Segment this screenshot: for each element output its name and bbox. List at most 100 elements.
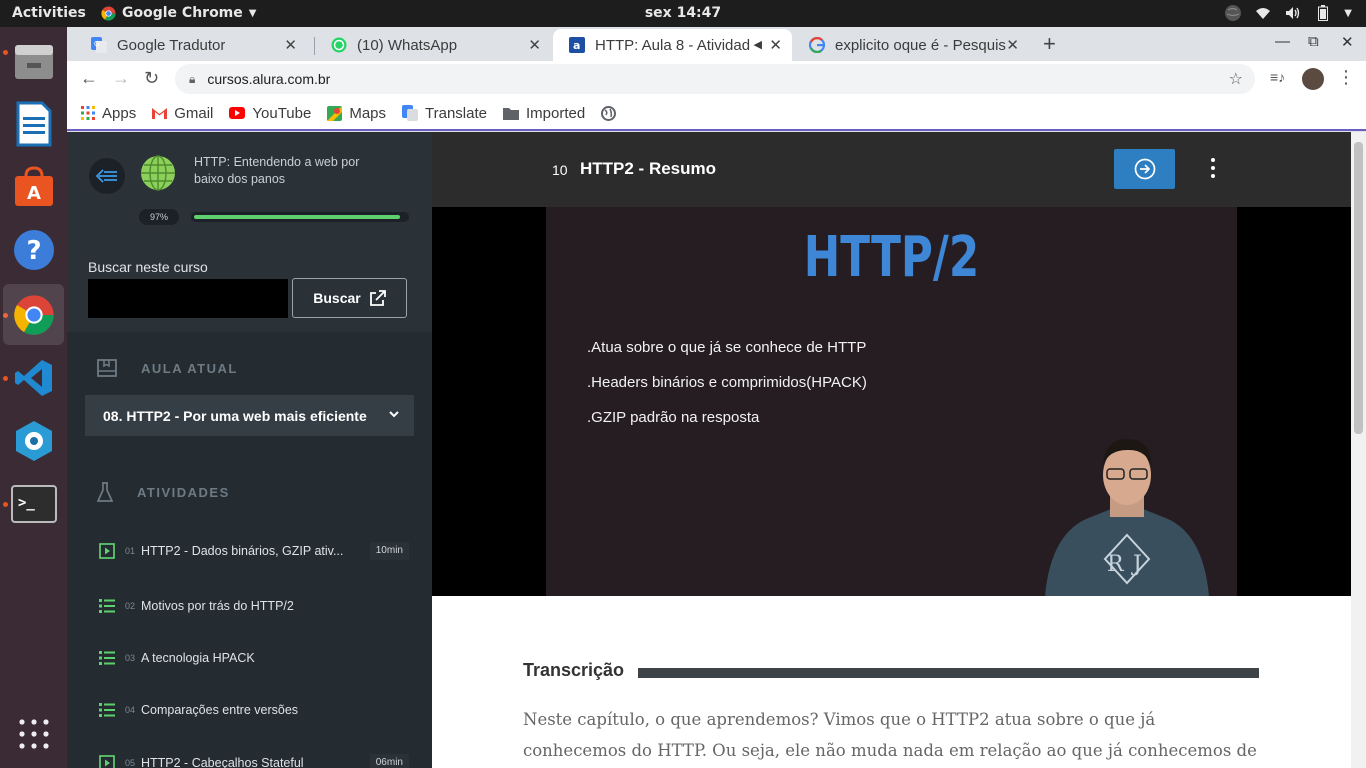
bookmark-label: Imported — [526, 104, 586, 122]
slide-bullet: .Headers binários e comprimidos(HPACK) — [587, 374, 867, 391]
maximize-button[interactable]: ⧉ — [1308, 33, 1319, 50]
close-icon[interactable]: ✕ — [528, 36, 541, 54]
close-icon[interactable]: ✕ — [1006, 36, 1019, 54]
tab-whatsapp[interactable]: (10) WhatsApp ✕ — [315, 29, 551, 61]
bookmark-translate[interactable]: Translate — [402, 105, 487, 122]
vpn-icon — [15, 420, 52, 461]
activity-item[interactable]: 03 A tecnologia HPACK — [99, 646, 409, 670]
activity-title: HTTP2 - Dados binários, GZIP ativ... — [141, 544, 344, 558]
dock-chrome[interactable] — [3, 284, 64, 345]
back-button[interactable]: ← — [80, 68, 98, 89]
current-lesson-header: AULA ATUAL — [97, 359, 238, 377]
activity-item[interactable]: 02 Motivos por trás do HTTP/2 — [99, 594, 409, 618]
activity-title: HTTP2 - Cabeçalhos Stateful — [141, 756, 304, 768]
app-grid-icon — [18, 718, 49, 749]
apps-grid-icon — [81, 106, 95, 120]
svg-text:>_: >_ — [18, 495, 35, 511]
menu-icon[interactable]: ⋮ — [1337, 67, 1355, 88]
video-icon — [99, 543, 115, 559]
course-search-input[interactable] — [88, 279, 288, 318]
course-title[interactable]: HTTP: Entendendo a web por baixo dos pan… — [194, 154, 374, 188]
progress-percent: 97% — [139, 209, 179, 225]
search-button[interactable]: Buscar — [292, 278, 407, 318]
arrow-right-circle-icon — [1134, 158, 1155, 180]
app-menu[interactable]: Google Chrome ▼ — [101, 5, 256, 21]
flask-icon — [97, 482, 113, 502]
star-icon[interactable]: ☆ — [1229, 69, 1243, 89]
system-tray[interactable]: ▼ — [1224, 4, 1352, 22]
bookmark-label: Gmail — [174, 104, 214, 122]
chevron-down-icon[interactable]: ▼ — [1344, 8, 1352, 19]
whatsapp-icon — [331, 37, 347, 53]
close-icon[interactable]: ✕ — [284, 36, 297, 54]
activity-duration: 06min — [369, 754, 409, 768]
list-icon — [99, 703, 115, 717]
lesson-title: HTTP2 - Resumo — [580, 159, 717, 178]
activity-number: 04 — [125, 705, 136, 715]
activity-item[interactable]: 04 Comparações entre versões — [99, 698, 409, 722]
bookmark-gmail[interactable]: Gmail — [152, 105, 213, 122]
tab-title: explicito oque é - Pesquis — [835, 36, 1006, 54]
bookmark-youtube[interactable]: YouTube — [229, 105, 311, 122]
dock-writer[interactable] — [3, 93, 64, 154]
web-page: HTTP: Entendendo a web por baixo dos pan… — [67, 132, 1351, 768]
reload-button[interactable]: ↻ — [144, 68, 159, 89]
activity-item[interactable]: 05 HTTP2 - Cabeçalhos Stateful 06min — [99, 751, 409, 768]
page-scrollbar[interactable] — [1351, 132, 1366, 768]
chevron-down-icon — [389, 411, 399, 418]
video-frame: HTTP/2 .Atua sobre o que já se conhece d… — [546, 207, 1237, 596]
dock-show-apps[interactable] — [3, 703, 64, 764]
activity-title: Motivos por trás do HTTP/2 — [141, 599, 294, 613]
chrome-icon — [13, 294, 54, 335]
tab-google-tradutor[interactable]: G Google Tradutor ✕ — [75, 29, 307, 61]
avatar[interactable] — [1302, 68, 1324, 90]
more-options-button[interactable] — [1206, 158, 1220, 182]
speaker-icon[interactable]: ◀︎ — [754, 38, 762, 51]
browser-window: G Google Tradutor ✕ (10) WhatsApp ✕ a HT… — [67, 27, 1366, 768]
minimize-button[interactable]: — — [1275, 33, 1290, 50]
dock-help[interactable]: ? — [3, 219, 64, 280]
slide-bullet: .GZIP padrão na resposta — [587, 409, 760, 426]
video-player[interactable]: HTTP/2 .Atua sobre o que já se conhece d… — [432, 207, 1351, 596]
activities-button[interactable]: Activities — [12, 5, 86, 21]
lock-icon[interactable]: 🔒︎ — [189, 72, 195, 87]
gmail-icon — [152, 108, 168, 119]
battery-icon[interactable] — [1314, 4, 1332, 22]
wifi-icon[interactable] — [1254, 4, 1272, 22]
close-icon[interactable]: ✕ — [769, 36, 782, 54]
collapse-sidebar-button[interactable] — [89, 158, 125, 194]
globe-icon[interactable] — [1224, 4, 1242, 22]
activity-number: 01 — [125, 546, 136, 556]
dock-software[interactable]: A — [3, 156, 64, 217]
maps-icon — [327, 105, 343, 121]
tab-google-search[interactable]: explicito oque é - Pesquis ✕ — [793, 29, 1029, 61]
media-control-icon[interactable]: ≡♪ — [1270, 69, 1285, 85]
transcript-text: Neste capítulo, o que aprendemos? Vimos … — [523, 710, 1257, 760]
translate-icon: G — [91, 37, 107, 53]
dock-files[interactable] — [3, 30, 64, 91]
bookmark-imported[interactable]: Imported — [503, 105, 585, 122]
volume-icon[interactable] — [1284, 4, 1302, 22]
transcript-heading: Transcrição — [523, 660, 625, 680]
bookmark-globe[interactable] — [601, 105, 617, 121]
activity-duration: 10min — [369, 542, 409, 560]
forward-button[interactable]: → — [112, 68, 130, 89]
lesson-header: 10 HTTP2 - Resumo — [432, 132, 1351, 207]
bookmark-maps[interactable]: Maps — [327, 105, 386, 122]
bookmark-apps[interactable]: Apps — [81, 105, 136, 122]
address-bar[interactable]: 🔒︎ cursos.alura.com.br ☆ — [175, 64, 1255, 94]
close-window-button[interactable]: ✕ — [1341, 33, 1354, 51]
dock-terminal[interactable]: >_ — [3, 473, 64, 534]
new-tab-button[interactable]: + — [1043, 31, 1056, 57]
translate-icon — [402, 105, 419, 121]
activity-item[interactable]: 01 HTTP2 - Dados binários, GZIP ativ... … — [99, 539, 409, 563]
writer-icon — [16, 101, 51, 146]
activities-label: ATIVIDADES — [137, 484, 230, 500]
scrollbar-thumb[interactable] — [1354, 142, 1363, 434]
activities-header: ATIVIDADES — [97, 482, 230, 502]
lesson-dropdown[interactable]: 08. HTTP2 - Por uma web mais eficiente — [85, 395, 414, 436]
next-lesson-button[interactable] — [1114, 149, 1175, 189]
dock-vscode[interactable] — [3, 347, 64, 408]
tab-http-aula[interactable]: a HTTP: Aula 8 - Atividad ◀︎ ✕ — [553, 29, 792, 61]
dock-vpn[interactable] — [3, 410, 64, 471]
